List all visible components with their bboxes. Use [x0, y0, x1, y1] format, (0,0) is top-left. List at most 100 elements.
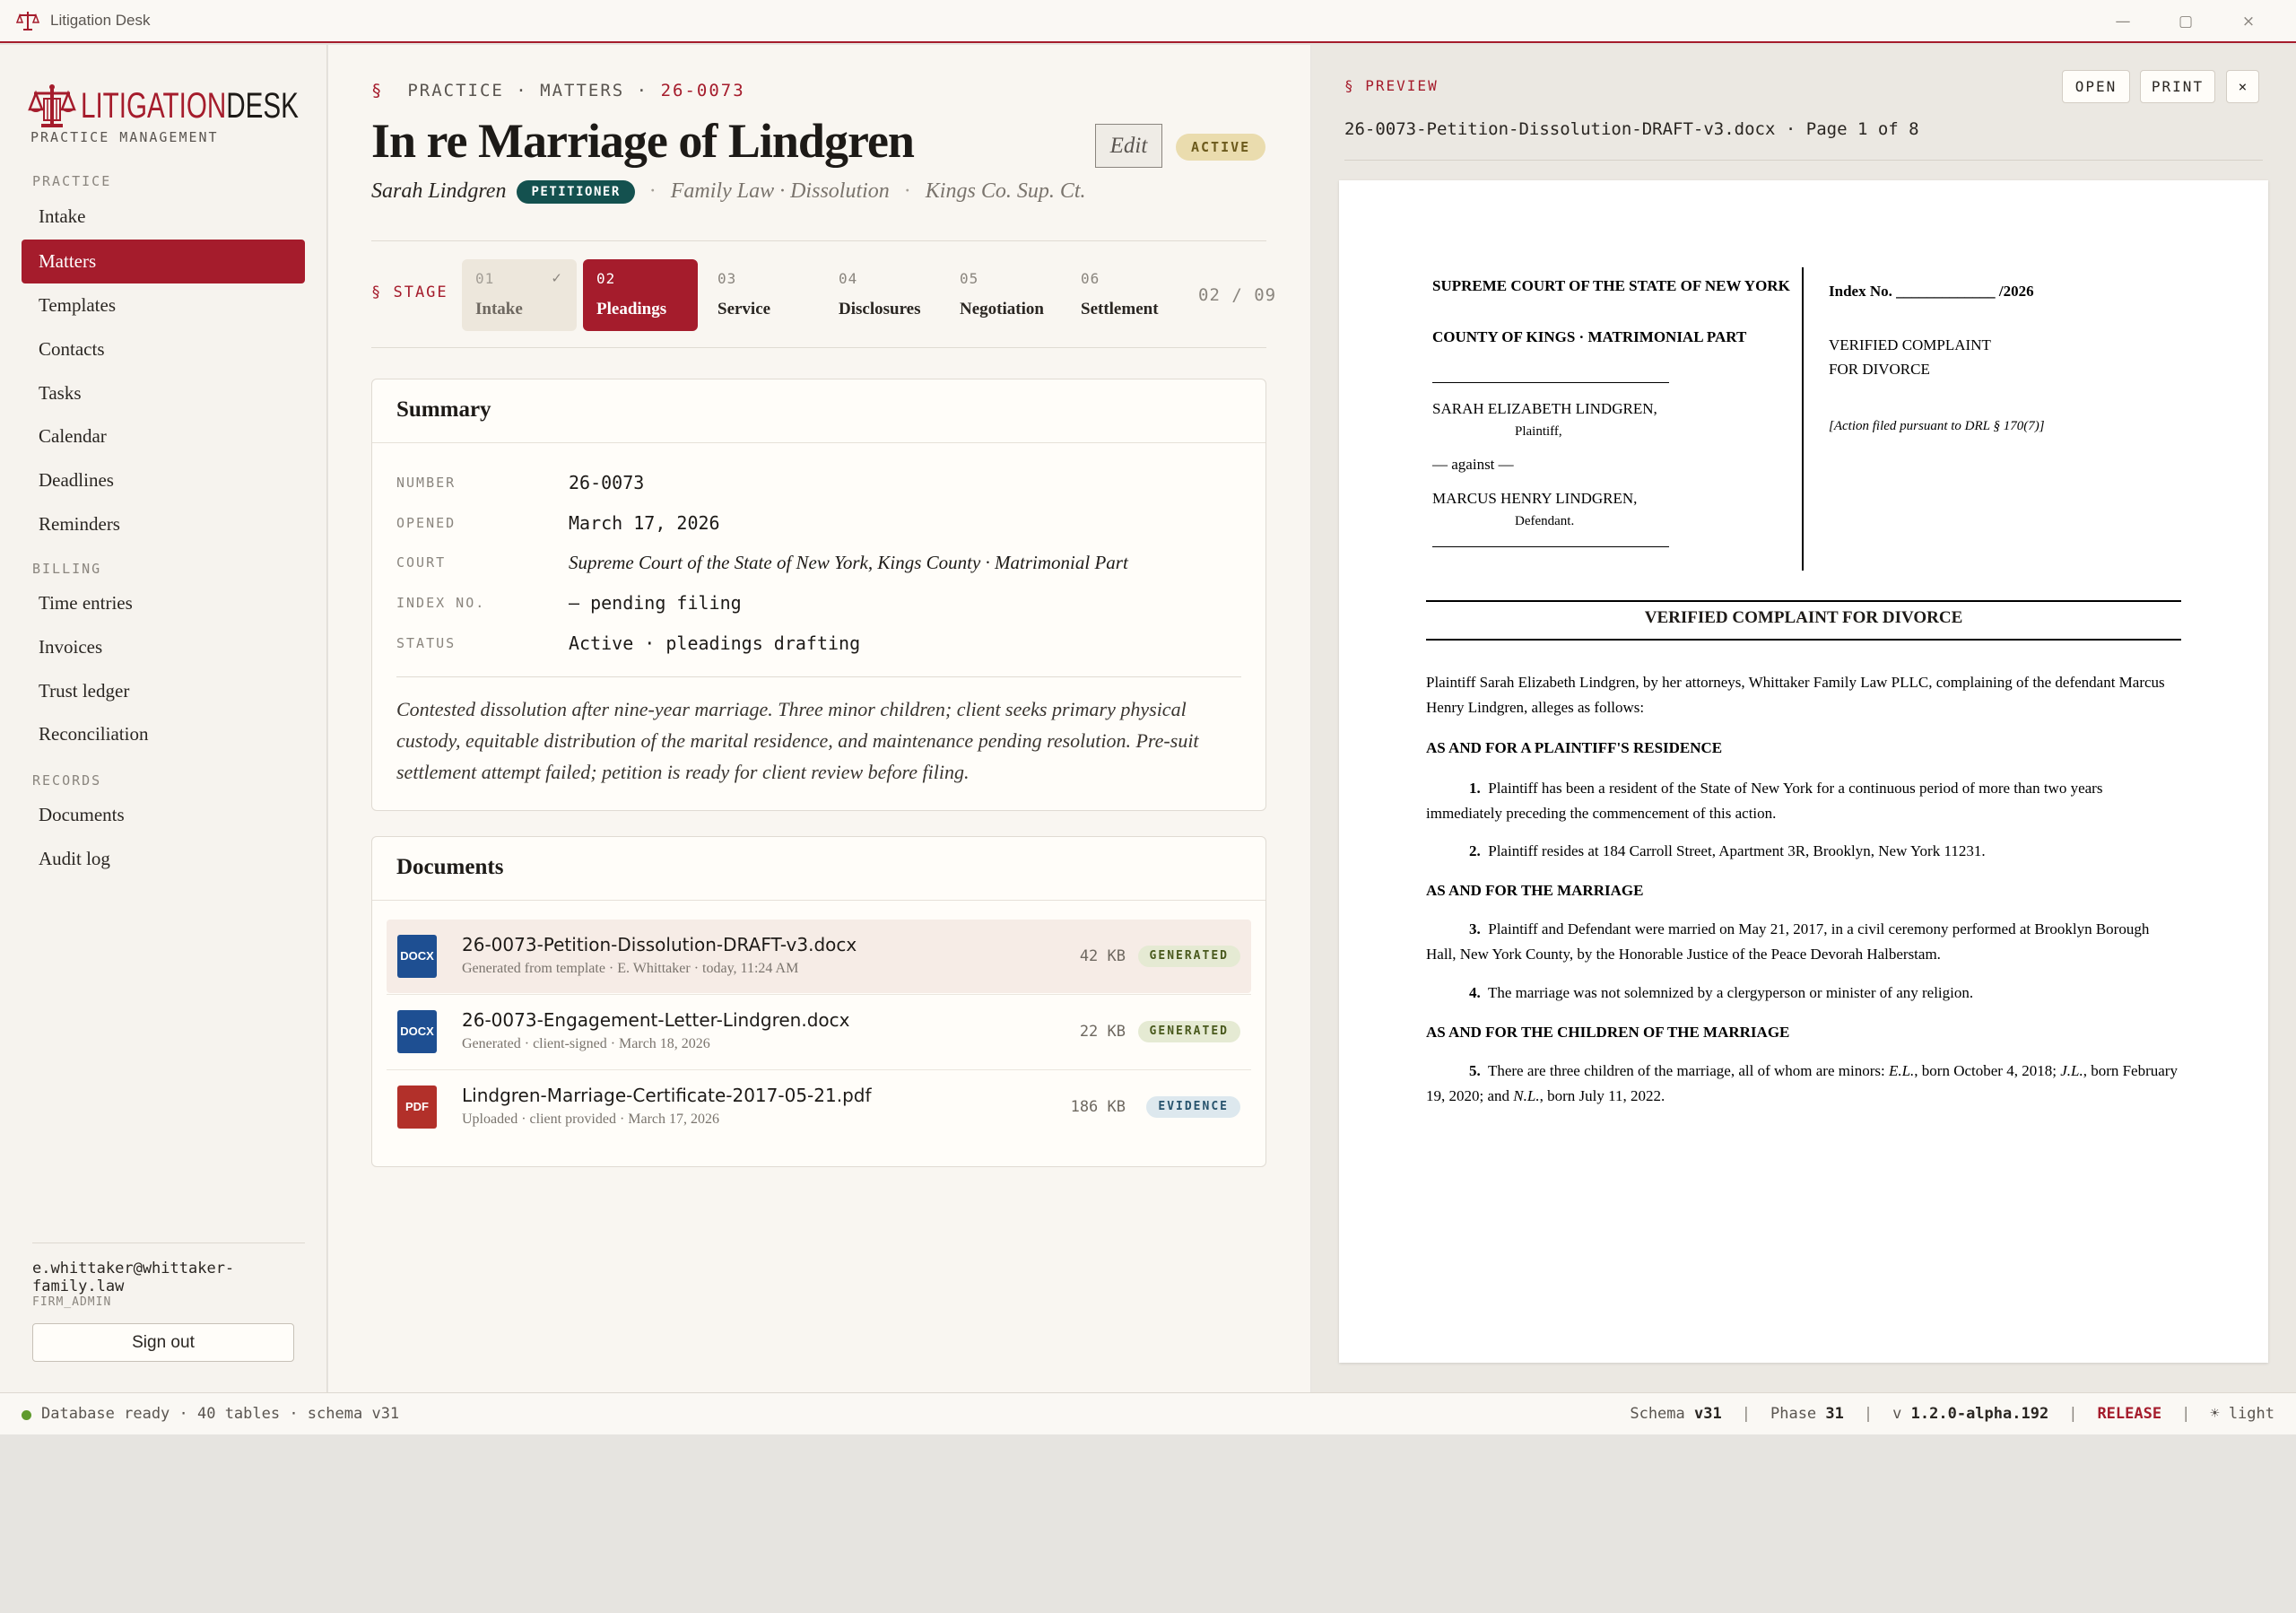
status-right: Schema v31 | Phase 31 | v 1.2.0-alpha.192 | RE… [1630, 1405, 2274, 1423]
summary-key: INDEX NO. [396, 595, 486, 611]
scales-icon [16, 12, 39, 31]
nav-item-tasks[interactable]: Tasks [22, 371, 305, 415]
schema-label: Schema [1630, 1405, 1685, 1423]
stage-service[interactable]: 03 Service [704, 259, 819, 331]
stage-negotiation[interactable]: 05 Negotiation [946, 259, 1061, 331]
nav-section-practice: PRACTICE [32, 173, 112, 189]
against: — against — [1432, 456, 1514, 473]
nav-item-audit-log[interactable]: Audit log [22, 837, 305, 881]
user-email: e.whittaker@whittaker-family.law [32, 1260, 235, 1295]
summary-card: Summary NUMBER 26-0073 OPENED March 17, … [371, 379, 1266, 811]
summary-value: Active · pleadings drafting [569, 632, 861, 654]
pdf-file-icon: PDF [397, 1086, 437, 1129]
minimize-icon[interactable]: — [2092, 13, 2154, 31]
nav-item-time-entries[interactable]: Time entries [22, 581, 305, 625]
index-blank: _____________ [1896, 283, 1996, 300]
client-name[interactable]: Sarah Lindgren [371, 179, 506, 204]
document-row[interactable]: PDF Lindgren-Marriage-Certificate-2017-0… [387, 1070, 1251, 1144]
stage-name: Settlement [1081, 300, 1159, 318]
window-controls: — ▢ × [2092, 0, 2280, 43]
close-preview-button[interactable]: × [2226, 70, 2259, 103]
title-bar: Litigation Desk — ▢ × [0, 0, 2296, 43]
role-badge: PETITIONER [517, 179, 635, 204]
index-number: Index No. _____________ /2026 [1829, 279, 2034, 304]
separator-dot: · [648, 179, 657, 203]
nav-item-reconciliation[interactable]: Reconciliation [22, 712, 305, 756]
preview-pane: § PREVIEW OPEN PRINT × 26-0073-Petition-… [1311, 45, 2296, 1392]
logo-wordmark: LITIGATIONDESK [81, 88, 299, 124]
summary-key: COURT [396, 554, 447, 571]
stage-intake[interactable]: 01 Intake ✓ [462, 259, 577, 331]
stage-name: Service [718, 300, 771, 318]
nav-item-contacts[interactable]: Contacts [22, 327, 305, 371]
stage-settlement[interactable]: 06 Settlement [1067, 259, 1182, 331]
open-button[interactable]: OPEN [2062, 70, 2130, 103]
divider [371, 347, 1266, 348]
matter-subline: Sarah Lindgren PETITIONER · Family Law ·… [371, 179, 1086, 204]
stage-count: 02 / 09 [1198, 285, 1277, 305]
section-heading: AS AND FOR THE MARRIAGE [1426, 882, 1644, 899]
nav-item-invoices[interactable]: Invoices [22, 625, 305, 669]
theme-toggle[interactable]: ☀ light [2210, 1405, 2274, 1423]
status-bar: Database ready · 40 tables · schema v31 … [0, 1392, 2296, 1434]
close-icon[interactable]: × [2217, 13, 2280, 31]
breadcrumb-path[interactable]: PRACTICE · MATTERS · [407, 81, 648, 100]
nav-section-billing: BILLING [32, 561, 102, 577]
nav-item-templates[interactable]: Templates [22, 283, 305, 327]
court-name: SUPREME COURT OF THE STATE OF NEW YORK [1432, 277, 1790, 294]
edit-button[interactable]: Edit [1095, 124, 1162, 168]
phase-value: 31 [1825, 1405, 1844, 1423]
preview-label: § PREVIEW [1344, 77, 1439, 94]
defendant-name: MARCUS HENRY LINDGREN, [1432, 490, 1638, 507]
nav-item-reminders[interactable]: Reminders [22, 502, 305, 546]
card-divider [372, 900, 1265, 901]
paragraph-5: 5. There are three children of the marri… [1426, 1059, 2181, 1109]
document-heading: VERIFIED COMPLAINT FOR DIVORCE [1644, 608, 1963, 627]
document-meta: Generated from template · E. Whittaker ·… [462, 961, 799, 976]
nav-item-trust-ledger[interactable]: Trust ledger [22, 669, 305, 713]
summary-key: STATUS [396, 635, 457, 651]
nav-section-records: RECORDS [32, 772, 102, 789]
nav-item-deadlines[interactable]: Deadlines [22, 458, 305, 502]
status-separator: | [2068, 1405, 2078, 1423]
paragraph-4: 4. The marriage was not solemnized by a … [1426, 981, 2181, 1006]
sign-out-button[interactable]: Sign out [32, 1323, 294, 1362]
document-name[interactable]: Lindgren-Marriage-Certificate-2017-05-21… [462, 1085, 872, 1106]
index-year: /2026 [1998, 283, 2034, 300]
heading-rule [1426, 600, 2181, 602]
summary-note: Contested dissolution after nine-year ma… [396, 698, 1199, 783]
stage-name: Disclosures [839, 300, 921, 318]
maximize-icon[interactable]: ▢ [2154, 13, 2217, 31]
paragraph-number: 1. [1469, 780, 1481, 797]
document-name[interactable]: 26-0073-Engagement-Letter-Lindgren.docx [462, 1009, 849, 1031]
document-name[interactable]: 26-0073-Petition-Dissolution-DRAFT-v3.do… [462, 934, 857, 955]
document-row[interactable]: DOCX 26-0073-Petition-Dissolution-DRAFT-… [387, 920, 1251, 993]
stage-number: 06 [1081, 270, 1100, 287]
status-separator: | [1741, 1405, 1751, 1423]
stage-disclosures[interactable]: 04 Disclosures [825, 259, 940, 331]
version-label: v [1892, 1405, 1902, 1423]
stage-number: 01 [475, 270, 495, 287]
practice-area: Family Law · Dissolution [670, 179, 890, 203]
summary-row-court: COURT Supreme Court of the State of New … [396, 549, 1128, 576]
paragraph-2: 2. Plaintiff resides at 184 Carroll Stre… [1426, 839, 2181, 864]
section-heading: AS AND FOR THE CHILDREN OF THE MARRIAGE [1426, 1024, 1790, 1041]
paragraph-3: 3. Plaintiff and Defendant were married … [1426, 917, 2181, 967]
stage-pleadings[interactable]: 02 Pleadings [583, 259, 698, 331]
print-button[interactable]: PRINT [2140, 70, 2215, 103]
stage-label: § STAGE [371, 283, 448, 301]
stage-name: Intake [475, 300, 523, 318]
document-badge: GENERATED [1137, 946, 1240, 967]
summary-title: Summary [396, 397, 491, 422]
logo-subtitle: PRACTICE MANAGEMENT [30, 129, 219, 145]
child-initials: N.L. [1513, 1087, 1540, 1104]
nav-item-matters[interactable]: Matters [22, 240, 305, 283]
summary-row-status: STATUS Active · pleadings drafting [396, 630, 860, 657]
nav-item-calendar[interactable]: Calendar [22, 414, 305, 458]
nav-item-documents[interactable]: Documents [22, 793, 305, 837]
document-meta: Uploaded · client provided · March 17, 2… [462, 1112, 720, 1127]
nav-item-intake[interactable]: Intake [22, 195, 305, 239]
summary-key: OPENED [396, 515, 457, 531]
document-type: VERIFIED COMPLAINT [1829, 336, 1991, 353]
document-row[interactable]: DOCX 26-0073-Engagement-Letter-Lindgren.… [387, 995, 1251, 1068]
